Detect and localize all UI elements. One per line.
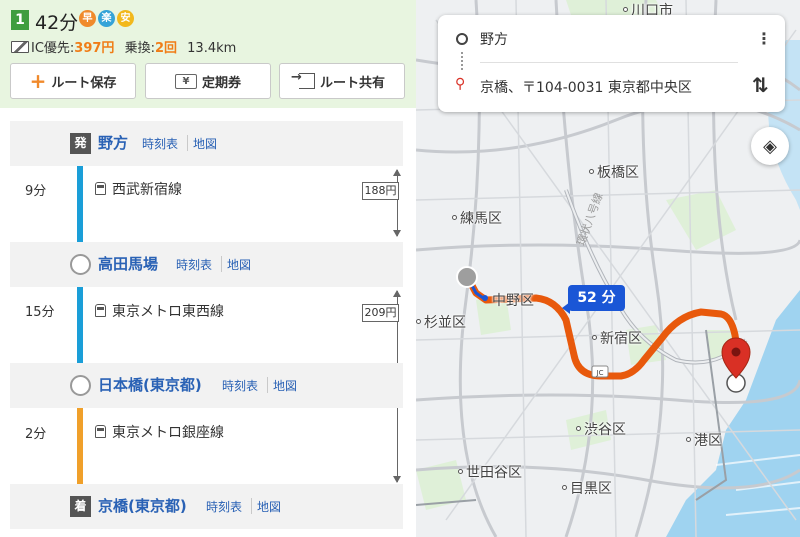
location-pin-icon: ⚲	[455, 76, 466, 92]
ic-card-icon	[11, 41, 29, 53]
fast-badge: 早	[79, 10, 96, 27]
timetable-link[interactable]: 時刻表	[222, 377, 258, 394]
easy-badge: 楽	[98, 10, 115, 27]
route-detail-panel: 1 42分 早 楽 安 IC優先:397円 乗換:2回 13.4km + ルート…	[0, 0, 416, 537]
layers-icon: ◈	[763, 135, 777, 157]
map-label: 杉並区	[416, 312, 466, 332]
timetable-link[interactable]: 時刻表	[176, 256, 212, 273]
share-route-label: ルート共有	[319, 75, 385, 91]
origin-field[interactable]: 野方	[480, 29, 508, 49]
share-route-button[interactable]: ルート共有	[279, 63, 405, 99]
fare-info: IC優先:397円 乗換:2回 13.4km	[11, 37, 236, 56]
train-icon	[95, 182, 106, 195]
segment-minutes: 9分	[25, 184, 47, 199]
map-label: 目黒区	[562, 478, 612, 498]
station-circle-icon	[70, 375, 91, 396]
origin-marker	[456, 266, 478, 288]
route-distance: 13.4km	[187, 41, 237, 56]
route-summary: 1 42分 早 楽 安 IC優先:397円 乗換:2回 13.4km + ルート…	[0, 0, 416, 108]
segment-line: 西武新宿線	[95, 179, 182, 199]
segment-minutes: 2分	[25, 427, 47, 442]
segment-line: 東京メトロ東西線	[95, 301, 224, 321]
line-name: 西武新宿線	[112, 182, 182, 198]
travel-time-bubble[interactable]: 52 分	[562, 285, 625, 314]
station-name[interactable]: 高田馬場	[98, 253, 158, 274]
share-icon	[291, 70, 315, 89]
arrival-tag: 着	[70, 496, 91, 517]
ic-label: IC優先:	[31, 41, 75, 56]
route-map[interactable]: JC 環状八号線 川口市 板橋区 練馬区 中野区 杉並区 新宿区 渋谷区 港区 …	[416, 0, 800, 537]
fare-total: 397円	[74, 41, 115, 56]
map-label: 新宿区	[592, 328, 642, 348]
departure-tag: 発	[70, 133, 91, 154]
station-name[interactable]: 日本橋(東京都)	[98, 374, 202, 395]
route-rank: 1	[11, 10, 29, 30]
origin-circle-icon	[456, 33, 468, 45]
map-label: 世田谷区	[458, 462, 522, 482]
segment-fare: 188円	[362, 182, 399, 200]
timetable-link[interactable]: 時刻表	[206, 498, 242, 515]
link-divider	[187, 135, 188, 151]
link-divider	[267, 377, 268, 393]
link-divider	[221, 256, 222, 272]
cheap-badge: 安	[117, 10, 134, 27]
map-link[interactable]: 地図	[193, 135, 217, 152]
link-divider	[251, 498, 252, 514]
line-name: 東京メトロ銀座線	[112, 425, 224, 441]
map-label: 港区	[686, 430, 722, 450]
station-circle-icon	[70, 254, 91, 275]
station-row-transfer: 日本橋(東京都) 時刻表 地図	[10, 363, 403, 408]
commuter-pass-button[interactable]: ¥ 定期券	[145, 63, 271, 99]
map-label: 渋谷区	[576, 419, 626, 439]
junction-label: JC	[596, 369, 604, 377]
route-dots-icon	[461, 52, 463, 70]
segment-line: 東京メトロ銀座線	[95, 422, 224, 442]
timetable-link[interactable]: 時刻表	[142, 135, 178, 152]
map-link[interactable]: 地図	[273, 377, 297, 394]
route-duration: 42分	[35, 12, 79, 34]
map-label: 練馬区	[452, 208, 502, 228]
fare-range-arrow	[393, 169, 401, 237]
divider	[480, 62, 738, 63]
yen-ticket-icon: ¥	[174, 73, 197, 89]
segment-minutes: 15分	[25, 305, 55, 320]
commuter-pass-label: 定期券	[201, 75, 241, 91]
station-name[interactable]: 野方	[98, 132, 128, 153]
save-route-label: ルート保存	[51, 75, 117, 91]
transfer-label: 乗換:	[124, 41, 155, 56]
directions-card: 野方 ⋮ ⚲ 京橋、〒104-0031 東京都中央区 ⇅	[438, 15, 785, 112]
map-link[interactable]: 地図	[227, 256, 251, 273]
station-row-transfer: 高田馬場 時刻表 地図	[10, 242, 403, 287]
map-label: 板橋区	[589, 162, 639, 182]
transfer-count: 2回	[154, 41, 178, 56]
destination-field[interactable]: 京橋、〒104-0031 東京都中央区	[480, 77, 692, 97]
layers-button[interactable]: ◈	[751, 127, 789, 165]
train-icon	[95, 425, 106, 438]
more-options-icon[interactable]: ⋮	[756, 29, 772, 48]
station-row-arrival: 着 京橋(東京都) 時刻表 地図	[10, 484, 403, 529]
station-name[interactable]: 京橋(東京都)	[98, 495, 187, 516]
save-route-button[interactable]: + ルート保存	[10, 63, 136, 99]
swap-icon[interactable]: ⇅	[752, 73, 769, 97]
station-row-departure: 発 野方 時刻表 地図	[10, 121, 403, 166]
map-link[interactable]: 地図	[257, 498, 281, 515]
plus-icon: +	[29, 69, 47, 93]
train-icon	[95, 304, 106, 317]
segment-fare: 209円	[362, 304, 399, 322]
map-label: 中野区	[492, 293, 534, 309]
line-name: 東京メトロ東西線	[112, 304, 224, 320]
